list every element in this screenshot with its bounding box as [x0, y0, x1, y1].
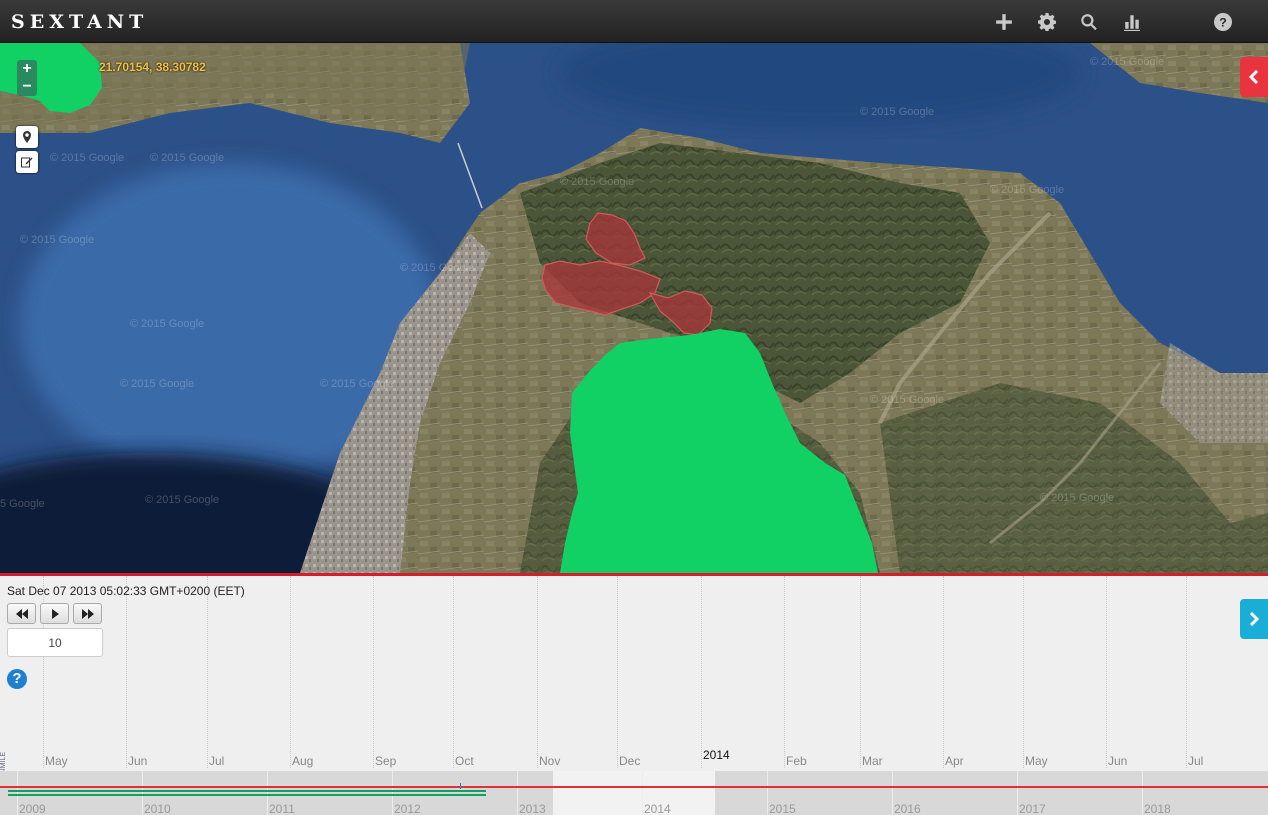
fast-forward-button[interactable]: [73, 603, 102, 624]
help-icon[interactable]: ?: [1211, 10, 1235, 34]
month-label: Feb: [786, 754, 807, 768]
current-date-label: Sat Dec 07 2013 05:02:33 GMT+0200 (EET): [7, 584, 245, 598]
rewind-icon: [15, 608, 28, 619]
overview-year: 2018: [1144, 802, 1171, 815]
overview-year: 2016: [894, 802, 921, 815]
month-label: Oct: [455, 754, 474, 768]
speed-input[interactable]: [7, 628, 103, 657]
month-label: Jul: [1188, 754, 1204, 768]
month-label: May: [45, 754, 68, 768]
svg-text:© 2015 Google: © 2015 Google: [990, 184, 1064, 196]
search-icon[interactable]: [1077, 10, 1101, 34]
svg-text:© 2015 Google: © 2015 Google: [560, 176, 634, 188]
timeline-next-button[interactable]: [1240, 599, 1268, 639]
month-label: Mar: [862, 754, 883, 768]
visible-range-highlight[interactable]: [553, 771, 715, 815]
month-label: Jul: [209, 754, 225, 768]
svg-text:5 Google: 5 Google: [0, 498, 45, 510]
gear-icon[interactable]: [1035, 10, 1059, 34]
event-bar[interactable]: [8, 790, 486, 792]
zoom-out-button[interactable]: −: [17, 78, 37, 96]
svg-text:© 2015 Google: © 2015 Google: [400, 262, 474, 274]
svg-text:© 2015 Google: © 2015 Google: [145, 494, 219, 506]
event-marker: [460, 783, 461, 789]
overview-year: 2010: [144, 802, 171, 815]
fast-forward-icon: [81, 608, 94, 619]
edit-icon[interactable]: [16, 151, 38, 173]
month-label: Dec: [619, 754, 641, 768]
month-label: Nov: [539, 754, 561, 768]
overview-year: 2012: [394, 802, 421, 815]
svg-text:© 2015 Google: © 2015 Google: [1040, 492, 1114, 504]
svg-text:© 2015 Google: © 2015 Google: [130, 318, 204, 330]
zoom-in-button[interactable]: +: [17, 60, 37, 78]
play-button[interactable]: [40, 603, 69, 624]
month-label: May: [1025, 754, 1048, 768]
timeline-panel: Sat Dec 07 2013 05:02:33 GMT+0200 (EET) …: [0, 573, 1268, 815]
month-label: Sep: [375, 754, 397, 768]
zoom-control: + −: [17, 60, 37, 96]
overview-year: 2013: [519, 802, 546, 815]
month-label: Jun: [1108, 754, 1128, 768]
timeline-help-icon[interactable]: ?: [7, 669, 27, 689]
current-time-line: [0, 786, 1268, 788]
chevron-right-icon: [1249, 612, 1260, 626]
app-logo: SEXTANT: [11, 11, 149, 33]
map-view[interactable]: © 2015 Google © 2015 Google © 2015 Googl…: [0, 43, 1268, 573]
plus-icon[interactable]: [992, 10, 1016, 34]
svg-text:© 2015 Google: © 2015 Google: [50, 152, 124, 164]
play-icon: [51, 608, 59, 619]
satellite-imagery: © 2015 Google © 2015 Google © 2015 Googl…: [0, 43, 1268, 573]
month-label: Apr: [945, 754, 964, 768]
event-bar[interactable]: [8, 794, 486, 796]
overview-year: 2014: [644, 802, 671, 815]
svg-text:© 2015 Google: © 2015 Google: [120, 378, 194, 390]
month-label: Jun: [128, 754, 148, 768]
open-panel-button[interactable]: [1240, 57, 1268, 97]
svg-text:© 2015 Google: © 2015 Google: [20, 234, 94, 246]
overview-year: 2011: [269, 802, 295, 815]
top-bar: SEXTANT ?: [0, 0, 1268, 43]
svg-text:© 2015 Google: © 2015 Google: [1090, 56, 1164, 68]
rewind-button[interactable]: [7, 603, 36, 624]
year-marker: 2014: [703, 748, 730, 762]
overview-year: 2009: [19, 802, 46, 815]
svg-text:© 2015 Google: © 2015 Google: [870, 394, 944, 406]
svg-text:?: ?: [1219, 16, 1227, 30]
svg-text:© 2015 Google: © 2015 Google: [150, 152, 224, 164]
overview-year: 2015: [769, 802, 796, 815]
overview-year: 2017: [1019, 802, 1046, 815]
bar-chart-icon[interactable]: [1120, 10, 1144, 34]
svg-text:© 2015 Google: © 2015 Google: [320, 378, 394, 390]
timeline-overview[interactable]: 2009 2010 2011 2012 2013 2014 2015 2016 …: [0, 771, 1268, 815]
svg-text:© 2015 Google: © 2015 Google: [860, 106, 934, 118]
pin-icon[interactable]: [16, 126, 38, 148]
coordinate-readout: 21.70154, 38.30782: [99, 60, 206, 74]
month-label: Aug: [292, 754, 314, 768]
